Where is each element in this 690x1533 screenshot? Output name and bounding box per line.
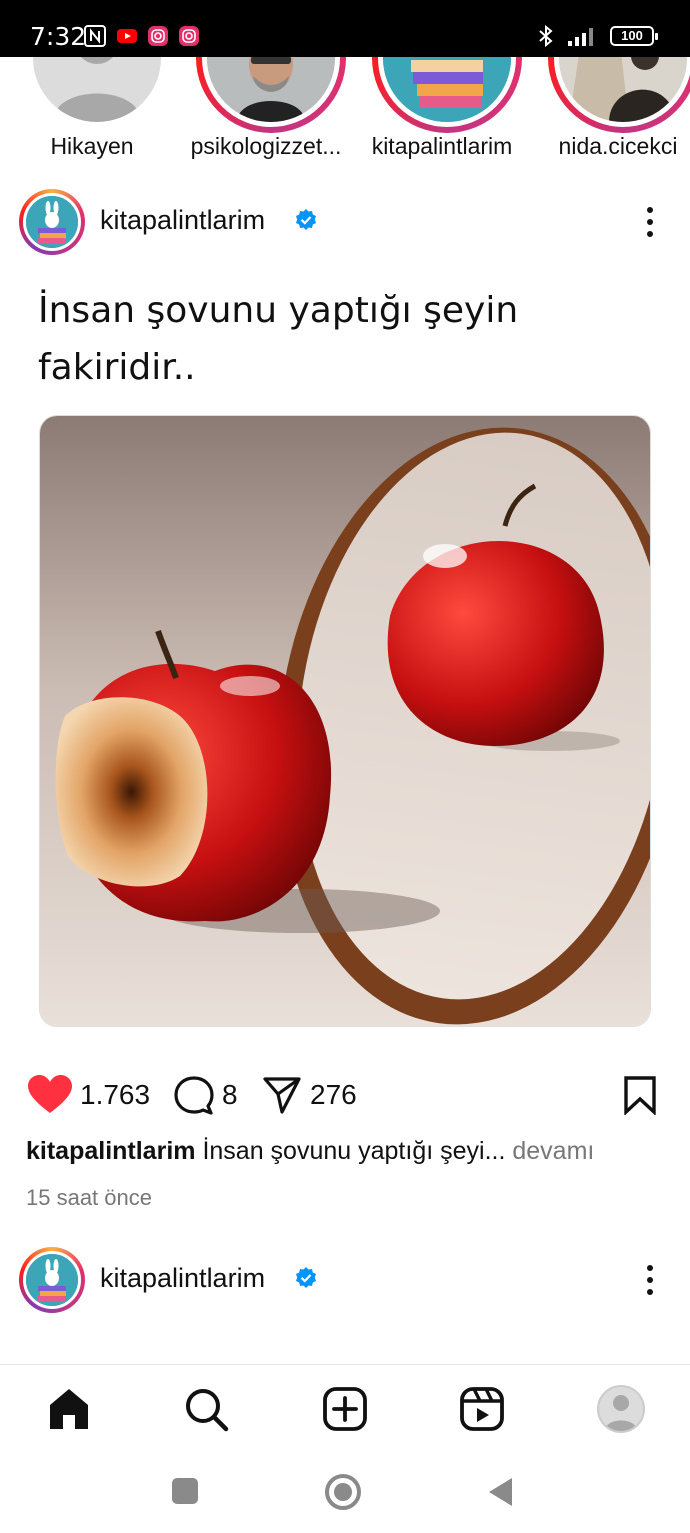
comment-icon (174, 1076, 214, 1115)
youtube-icon (117, 29, 137, 43)
post-avatar[interactable] (19, 189, 85, 255)
back-icon[interactable] (486, 1476, 514, 1508)
shares-count: 276 (310, 1079, 357, 1110)
create-icon[interactable] (321, 1385, 369, 1433)
verified-badge-icon (296, 209, 316, 230)
like-button[interactable]: 1.763 (28, 1070, 150, 1120)
bottom-nav (0, 1364, 690, 1452)
bluetooth-icon (539, 24, 553, 48)
likes-count: 1.763 (80, 1079, 151, 1110)
instagram-icon (179, 26, 199, 46)
post-avatar[interactable] (19, 1247, 85, 1313)
default-avatar-icon (605, 1395, 637, 1431)
send-icon (263, 1077, 301, 1114)
post-caption: kitapalintlarim İnsan şovunu yaptığı şey… (26, 1137, 666, 1166)
avatar-image (26, 1254, 78, 1306)
status-right-icons: 100 (536, 24, 658, 48)
stories-bar: + Hikayen psikologizzet... (0, 57, 690, 170)
post-actions: 1.763 8 276 (0, 1070, 690, 1122)
post-image[interactable] (39, 415, 651, 1027)
more-options-icon[interactable] (640, 1262, 660, 1298)
apple-mirror-illustration (40, 416, 650, 1026)
post-username[interactable]: kitapalintlarim (100, 1263, 265, 1294)
comment-button[interactable]: 8 (174, 1070, 238, 1120)
verified-badge-icon (296, 1267, 316, 1288)
avatar-image (26, 196, 78, 248)
post-header: kitapalintlarim (0, 182, 690, 262)
avatar (378, 57, 516, 127)
home-circle-icon[interactable] (324, 1473, 362, 1511)
story-label: kitapalintlarim (371, 133, 513, 159)
status-bar: 7:32 100 (0, 0, 690, 57)
more-options-icon[interactable] (640, 204, 660, 240)
caption-text: İnsan şovunu yaptığı şeyi... (202, 1137, 506, 1165)
signal-icon (568, 28, 593, 46)
avatar (202, 57, 340, 127)
post-header: kitapalintlarim (0, 1240, 690, 1320)
status-time: 7:32 (30, 22, 87, 51)
heart-icon (28, 1075, 72, 1113)
post-text: İnsan şovunu yaptığı şeyin fakiridir.. (38, 290, 519, 388)
profile-icon[interactable] (597, 1385, 645, 1433)
story-label: Hikayen (50, 133, 134, 159)
search-icon[interactable] (182, 1385, 230, 1433)
more-link[interactable]: devamı (512, 1137, 594, 1165)
bookmark-icon (624, 1076, 656, 1115)
battery-icon: 100 (610, 26, 658, 46)
comments-count: 8 (222, 1079, 238, 1110)
caption-username[interactable]: kitapalintlarim (26, 1137, 196, 1165)
share-button[interactable]: 276 (262, 1070, 357, 1120)
post-username[interactable]: kitapalintlarim (100, 205, 265, 236)
avatar (28, 57, 166, 127)
story-label: psikologizzet... (190, 133, 342, 159)
recents-icon[interactable] (171, 1477, 199, 1505)
nfc-icon (84, 25, 106, 47)
instagram-icon (148, 26, 168, 46)
reels-icon[interactable] (458, 1385, 506, 1433)
post-timestamp: 15 saat önce (26, 1185, 152, 1210)
story-label: nida.cicekci (558, 133, 678, 159)
system-nav (0, 1452, 690, 1533)
avatar (554, 57, 690, 127)
home-icon[interactable] (45, 1385, 93, 1433)
default-avatar-icon (53, 57, 141, 122)
save-button[interactable] (622, 1070, 658, 1120)
